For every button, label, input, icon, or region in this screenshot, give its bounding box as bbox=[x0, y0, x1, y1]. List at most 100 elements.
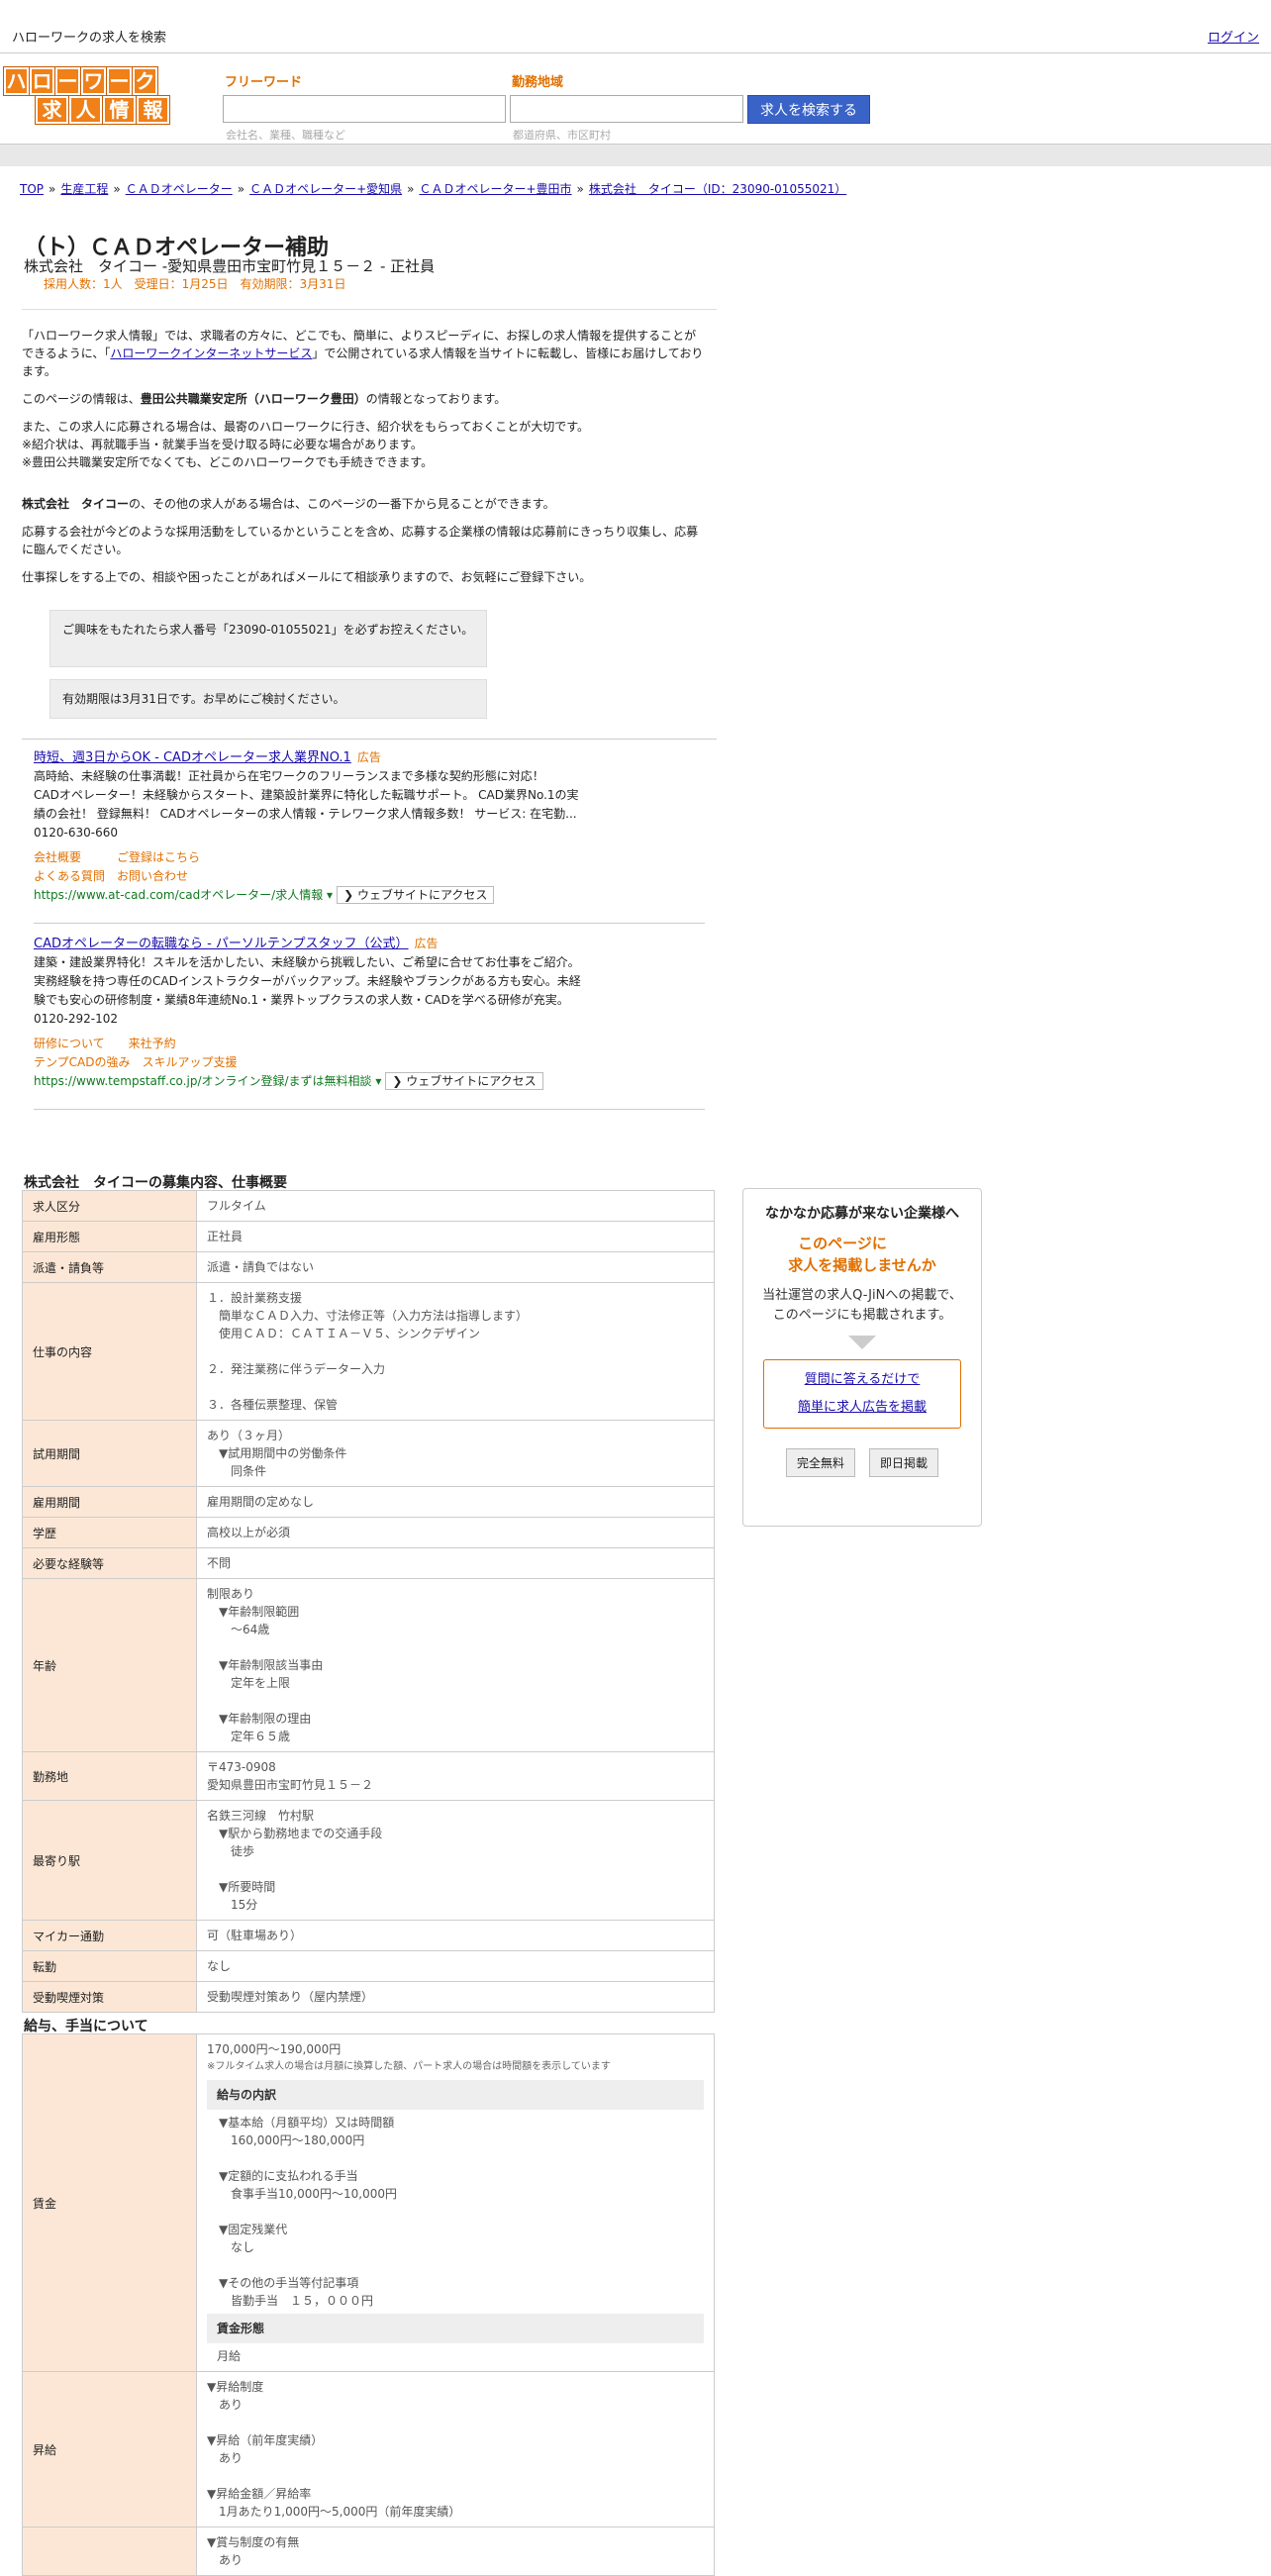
row-value: なし bbox=[196, 1950, 715, 1982]
ad-block: 時短、週3日からOK - CADオペレーター求人業界NO.1 広告 高時給、未経験… bbox=[34, 748, 707, 905]
table-row: 仕事の内容 １．設計業務支援 簡単なＣＡＤ入力、寸法修正等（入力方法は指導します）… bbox=[22, 1282, 715, 1421]
hellowork-internet-link[interactable]: ハローワークインターネットサービス bbox=[110, 347, 312, 360]
logo-char: ク bbox=[132, 66, 158, 96]
table-row: 派遣・請負等 派遣・請負ではない bbox=[22, 1251, 715, 1283]
row-value: 制限あり ▼年齢制限範囲 〜64歳 ▼年齢制限該当事由 定年を上限 ▼年齢制限の… bbox=[196, 1578, 715, 1752]
site-title: ハローワークの求人を検索 bbox=[12, 31, 167, 46]
row-label: 求人区分 bbox=[22, 1190, 197, 1222]
ad-text: 績の会社！ 登録無料！ CADオペレーターの求人情報・テレワーク求人情報多数！ … bbox=[34, 807, 577, 821]
table-row: 雇用期間 雇用期間の定めなし bbox=[22, 1486, 715, 1518]
table-row: 受動喫煙対策 受動喫煙対策あり（屋内禁煙） bbox=[22, 1981, 715, 2013]
intro-text: 「ハローワーク求人情報」では、求職者の方々に、どこでも、簡単に、よりスピーディに… bbox=[22, 329, 704, 584]
breadcrumb-link[interactable]: 株式会社 タイコー（ID：23090-01055021） bbox=[589, 182, 846, 196]
row-value: 受動喫煙対策あり（屋内禁煙） bbox=[196, 1981, 715, 2013]
wage-breakdown: ▼基本給（月額平均）又は時間額 160,000円〜180,000円 ▼定額的に支… bbox=[219, 2116, 397, 2308]
logo-char: 人 bbox=[68, 95, 103, 125]
logo-char: 報 bbox=[136, 95, 170, 125]
breadcrumb-separator: » bbox=[113, 182, 121, 196]
keyword-label: フリーワード bbox=[225, 75, 303, 90]
visit-website-button[interactable]: ❯ ウェブサイトにアクセス bbox=[385, 1072, 543, 1090]
ad-text: 実務経験を持つ専任のCADインストラクターがバックアップ。未経験やブランクがある… bbox=[34, 974, 581, 988]
ad-block: CADオペレーターの転職なら - パーソルテンプスタッフ（公式） 広告 建築・建設… bbox=[34, 935, 707, 1091]
ad-tag: 広告 bbox=[414, 937, 439, 950]
sidebar-link-post[interactable]: 簡単に求人広告を掲載 bbox=[764, 1394, 960, 1422]
row-label: 仕事の内容 bbox=[22, 1282, 197, 1421]
table-row: 転勤 なし bbox=[22, 1950, 715, 1982]
breadcrumb-separator: » bbox=[407, 182, 415, 196]
visit-website-button[interactable]: ❯ ウェブサイトにアクセス bbox=[337, 886, 495, 904]
area-input[interactable] bbox=[510, 95, 743, 123]
row-label bbox=[22, 2526, 197, 2576]
sidebar-link-answer[interactable]: 質問に答えるだけで bbox=[764, 1366, 960, 1394]
logo-char: ー bbox=[106, 66, 133, 96]
breadcrumb: TOP » 生産工程 » ＣＡＤオペレーター » ＣＡＤオペレーター+愛知県 » ＣＡＤオペレー… bbox=[20, 180, 846, 197]
area-hint: 都道府県、市区町村 bbox=[513, 129, 611, 142]
sidebar-desc: 当社運営の求人Q-JiNへの掲載で、 このページにも掲載されます。 bbox=[762, 1288, 962, 1323]
breadcrumb-separator: » bbox=[49, 182, 56, 196]
same-day-badge-button[interactable]: 即日掲載 bbox=[869, 1448, 939, 1477]
ad-text: 高時給、未経験の仕事満載！正社員から在宅ワークのフリーランスまで多様な契約形態に… bbox=[34, 769, 544, 783]
section-title-wage: 給与、手当について bbox=[24, 2019, 148, 2034]
breadcrumb-link[interactable]: TOP bbox=[20, 182, 44, 196]
logo-char: ハ bbox=[3, 66, 30, 96]
divider bbox=[34, 1109, 705, 1110]
wage-breakdown-head: 給与の内訳 bbox=[207, 2080, 704, 2110]
table-row: 学歴 高校以上が必須 bbox=[22, 1517, 715, 1548]
company-line: 株式会社 タイコー -愛知県豊田市宝町竹見１５－２ - 正社員 bbox=[24, 257, 436, 275]
table-row: 最寄り駅 名鉄三河線 竹村駅 ▼駅から勤務地までの交通手段 徒歩 ▼所要時間 15… bbox=[22, 1800, 715, 1921]
ad-sitelinks[interactable]: テンプCADの強み スキルアップ支援 bbox=[34, 1053, 707, 1072]
breadcrumb-link[interactable]: ＣＡＤオペレーター+愛知県 bbox=[249, 182, 402, 196]
divider bbox=[22, 309, 717, 310]
wage-form: 月給 bbox=[217, 2349, 242, 2363]
ad-text: CADオペレーター！未経験からスタート、建築設計業界に特化した転職サポート。 C… bbox=[34, 788, 579, 802]
table-row: マイカー通勤 可（駐車場あり） bbox=[22, 1920, 715, 1951]
keyword-input[interactable] bbox=[223, 95, 506, 123]
row-value: １．設計業務支援 簡単なＣＡＤ入力、寸法修正等（入力方法は指導します） 使用ＣＡ… bbox=[196, 1282, 715, 1421]
row-value: 名鉄三河線 竹村駅 ▼駅から勤務地までの交通手段 徒歩 ▼所要時間 15分 bbox=[196, 1800, 715, 1921]
ad-url[interactable]: https://www.at-cad.com/cadオペレーター/求人情報 ▾ bbox=[34, 888, 333, 902]
breadcrumb-link[interactable]: 生産工程 bbox=[60, 182, 108, 196]
row-label: 試用期間 bbox=[22, 1420, 197, 1487]
row-value: 派遣・請負ではない bbox=[196, 1251, 715, 1283]
row-label: 学歴 bbox=[22, 1517, 197, 1548]
table-row: 雇用形態 正社員 bbox=[22, 1221, 715, 1252]
table-row: 求人区分 フルタイム bbox=[22, 1190, 715, 1222]
breadcrumb-link[interactable]: ＣＡＤオペレーター bbox=[126, 182, 233, 196]
hellowork-logo[interactable]: ハローワーク 求人情報 bbox=[3, 66, 178, 125]
ad-sitelinks[interactable]: 会社概要 ご登録はこちら bbox=[34, 848, 707, 867]
ad-text: 験でも安心の研修制度・業績8年連続No.1・業界トップクラスの求人数・CADを学… bbox=[34, 993, 569, 1007]
row-value: 〒473-0908 愛知県豊田市宝町竹見１５－２ bbox=[196, 1751, 715, 1801]
search-header: ハローワーク 求人情報 フリーワード 会社名、業種、職種など 勤務地域 都道府県… bbox=[0, 53, 1271, 145]
row-label: 雇用期間 bbox=[22, 1486, 197, 1518]
wage-note: ※フルタイム求人の場合は月額に換算した額、パート求人の場合は時間額を表示していま… bbox=[207, 2061, 611, 2072]
breadcrumb-separator: » bbox=[237, 182, 245, 196]
free-badge-button[interactable]: 完全無料 bbox=[785, 1448, 855, 1477]
ad-sitelinks[interactable]: 研修について 来社予約 bbox=[34, 1035, 707, 1053]
ad-title-link[interactable]: CADオペレーターの転職なら - パーソルテンプスタッフ（公式） bbox=[34, 937, 409, 951]
row-label: 昇給 bbox=[22, 2371, 197, 2527]
table-row: 賃金 170,000円〜190,000円 ※フルタイム求人の場合は月額に換算した… bbox=[22, 2033, 715, 2372]
notice-job-number: ご興味をもたれたら求人番号「23090-01055021」を必ずお控えください。 bbox=[49, 610, 487, 667]
row-label: 転勤 bbox=[22, 1950, 197, 1982]
row-value: 不問 bbox=[196, 1547, 715, 1579]
sidebar-links: 質問に答えるだけで 簡単に求人広告を掲載 bbox=[763, 1359, 961, 1429]
ad-sitelinks[interactable]: よくある質問 お問い合わせ bbox=[34, 867, 707, 886]
table-row: 年齢 制限あり ▼年齢制限範囲 〜64歳 ▼年齢制限該当事由 定年を上限 ▼年齢制… bbox=[22, 1578, 715, 1752]
logo-char: ー bbox=[54, 66, 81, 96]
wage-amount: 170,000円〜190,000円 bbox=[207, 2042, 342, 2056]
ad-url[interactable]: https://www.tempstaff.co.jp/オンライン登録/まずは無… bbox=[34, 1074, 381, 1088]
wage-form-head: 賃金形態 bbox=[207, 2314, 704, 2343]
sidebar-title: なかなか応募が来ない企業様へ bbox=[765, 1206, 959, 1222]
sidebar-cta: このページに 求人を掲載しませんか bbox=[788, 1235, 936, 1274]
top-bar: ハローワークの求人を検索 ログイン bbox=[0, 0, 1271, 53]
login-link[interactable]: ログイン bbox=[1208, 27, 1259, 46]
row-label: 賃金 bbox=[22, 2033, 197, 2372]
ad-phone[interactable]: 0120-292-102 bbox=[34, 1010, 707, 1029]
breadcrumb-link[interactable]: ＣＡＤオペレーター+豊田市 bbox=[419, 182, 571, 196]
ad-title-link[interactable]: 時短、週3日からOK - CADオペレーター求人業界NO.1 bbox=[34, 750, 351, 765]
ad-phone[interactable]: 0120-630-660 bbox=[34, 824, 707, 842]
search-button[interactable]: 求人を検索する bbox=[747, 95, 870, 124]
logo-char: 情 bbox=[102, 95, 137, 125]
ad-text: 建築・建設業界特化！スキルを活かしたい、未経験から挑戦したい、ご希望に合せてお仕… bbox=[34, 955, 580, 969]
divider-bar bbox=[0, 145, 1271, 166]
